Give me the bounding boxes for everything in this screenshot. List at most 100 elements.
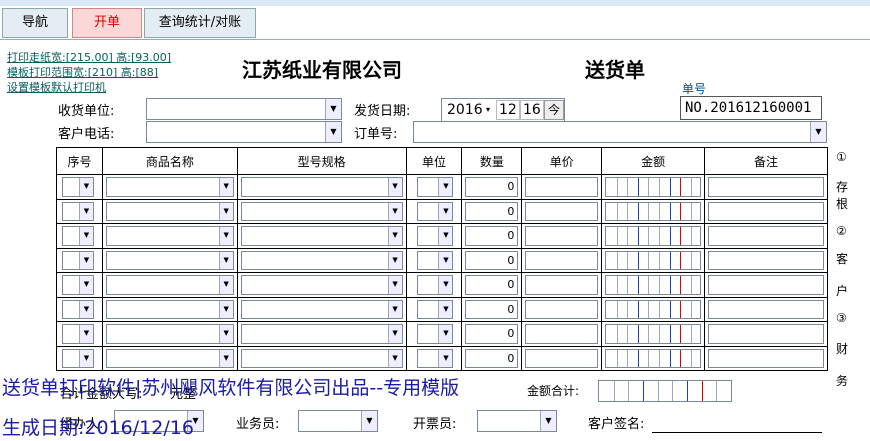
chevron-down-icon[interactable]: ▼	[438, 300, 453, 318]
remark-input[interactable]	[708, 226, 824, 246]
chevron-down-icon[interactable]: ▼	[438, 227, 453, 245]
chevron-down-icon[interactable]: ▼	[387, 276, 402, 294]
index-select[interactable]: ▼	[62, 177, 94, 197]
unit-select[interactable]: ▼	[416, 324, 454, 344]
qty-input[interactable]: 0	[465, 177, 519, 197]
chevron-down-icon[interactable]: ▼	[810, 122, 826, 142]
chevron-down-icon[interactable]: ▼	[325, 99, 341, 119]
tab-new-order[interactable]: 开单	[72, 8, 142, 38]
invoicer-select[interactable]: ▼	[477, 410, 557, 432]
chevron-down-icon[interactable]: ▼	[438, 251, 453, 269]
index-select[interactable]: ▼	[62, 250, 94, 270]
qty-input[interactable]: 0	[465, 324, 519, 344]
index-select[interactable]: ▼	[62, 299, 94, 319]
paper-size-link[interactable]: 打印走纸宽:[215.00] 高:[93.00]	[7, 50, 171, 65]
default-printer-link[interactable]: 设置模板默认打印机	[7, 80, 171, 95]
tab-query-stats[interactable]: 查询统计/对账	[144, 8, 256, 38]
product-select[interactable]: ▼	[105, 201, 234, 221]
qty-input[interactable]: 0	[465, 348, 519, 368]
index-select[interactable]: ▼	[62, 348, 94, 368]
chevron-down-icon[interactable]: ▼	[78, 325, 93, 343]
remark-input[interactable]	[708, 299, 824, 319]
chevron-down-icon[interactable]: ▼	[78, 178, 93, 196]
chevron-down-icon[interactable]: ▼	[218, 276, 233, 294]
remark-input[interactable]	[708, 324, 824, 344]
chevron-down-icon[interactable]: ▼	[78, 202, 93, 220]
chevron-down-icon[interactable]: ▼	[325, 122, 341, 142]
spec-select[interactable]: ▼	[240, 324, 403, 344]
unit-select[interactable]: ▼	[416, 250, 454, 270]
price-input[interactable]	[525, 201, 599, 221]
unit-select[interactable]: ▼	[416, 201, 454, 221]
chevron-down-icon[interactable]: ▾	[486, 99, 490, 121]
chevron-down-icon[interactable]: ▼	[78, 227, 93, 245]
phone-select[interactable]: ▼	[146, 121, 342, 143]
chevron-down-icon[interactable]: ▼	[438, 178, 453, 196]
chevron-down-icon[interactable]: ▼	[78, 300, 93, 318]
index-select[interactable]: ▼	[62, 201, 94, 221]
date-year[interactable]: 2016	[447, 99, 483, 121]
chevron-down-icon[interactable]: ▼	[387, 251, 402, 269]
spec-select[interactable]: ▼	[240, 250, 403, 270]
chevron-down-icon[interactable]: ▼	[218, 251, 233, 269]
qty-input[interactable]: 0	[465, 201, 519, 221]
price-input[interactable]	[525, 348, 599, 368]
spec-select[interactable]: ▼	[240, 177, 403, 197]
remark-input[interactable]	[708, 348, 824, 368]
remark-input[interactable]	[708, 275, 824, 295]
remark-input[interactable]	[708, 177, 824, 197]
price-input[interactable]	[525, 299, 599, 319]
chevron-down-icon[interactable]: ▼	[218, 227, 233, 245]
product-select[interactable]: ▼	[105, 177, 234, 197]
chevron-down-icon[interactable]: ▼	[438, 276, 453, 294]
spec-select[interactable]: ▼	[240, 299, 403, 319]
chevron-down-icon[interactable]: ▼	[387, 325, 402, 343]
date-picker[interactable]: 2016 ▾ 12 16 今	[441, 98, 565, 122]
print-range-link[interactable]: 模板打印范围宽:[210] 高:[88]	[7, 65, 171, 80]
unit-select[interactable]: ▼	[416, 275, 454, 295]
chevron-down-icon[interactable]: ▼	[361, 411, 377, 431]
product-select[interactable]: ▼	[105, 226, 234, 246]
order-select[interactable]: ▼	[413, 121, 827, 143]
spec-select[interactable]: ▼	[240, 348, 403, 368]
chevron-down-icon[interactable]: ▼	[387, 202, 402, 220]
date-month[interactable]: 12	[496, 100, 520, 120]
tab-navigation[interactable]: 导航	[2, 8, 68, 38]
price-input[interactable]	[525, 275, 599, 295]
product-select[interactable]: ▼	[105, 250, 234, 270]
chevron-down-icon[interactable]: ▼	[438, 325, 453, 343]
remark-input[interactable]	[708, 201, 824, 221]
chevron-down-icon[interactable]: ▼	[387, 227, 402, 245]
chevron-down-icon[interactable]: ▼	[78, 349, 93, 367]
spec-select[interactable]: ▼	[240, 201, 403, 221]
qty-input[interactable]: 0	[465, 226, 519, 246]
chevron-down-icon[interactable]: ▼	[218, 325, 233, 343]
unit-select[interactable]: ▼	[416, 226, 454, 246]
price-input[interactable]	[525, 250, 599, 270]
qty-input[interactable]: 0	[465, 299, 519, 319]
price-input[interactable]	[525, 324, 599, 344]
receiver-select[interactable]: ▼	[146, 98, 342, 120]
chevron-down-icon[interactable]: ▼	[387, 349, 402, 367]
price-input[interactable]	[525, 226, 599, 246]
price-input[interactable]	[525, 177, 599, 197]
unit-select[interactable]: ▼	[416, 177, 454, 197]
chevron-down-icon[interactable]: ▼	[387, 178, 402, 196]
chevron-down-icon[interactable]: ▼	[218, 349, 233, 367]
unit-select[interactable]: ▼	[416, 348, 454, 368]
chevron-down-icon[interactable]: ▼	[78, 251, 93, 269]
product-select[interactable]: ▼	[105, 348, 234, 368]
today-button[interactable]: 今	[544, 100, 565, 120]
product-select[interactable]: ▼	[105, 299, 234, 319]
salesman-select[interactable]: ▼	[298, 410, 378, 432]
date-day[interactable]: 16	[520, 100, 544, 120]
remark-input[interactable]	[708, 250, 824, 270]
spec-select[interactable]: ▼	[240, 275, 403, 295]
chevron-down-icon[interactable]: ▼	[438, 349, 453, 367]
chevron-down-icon[interactable]: ▼	[218, 202, 233, 220]
spec-select[interactable]: ▼	[240, 226, 403, 246]
index-select[interactable]: ▼	[62, 275, 94, 295]
chevron-down-icon[interactable]: ▼	[78, 276, 93, 294]
product-select[interactable]: ▼	[105, 324, 234, 344]
chevron-down-icon[interactable]: ▼	[438, 202, 453, 220]
